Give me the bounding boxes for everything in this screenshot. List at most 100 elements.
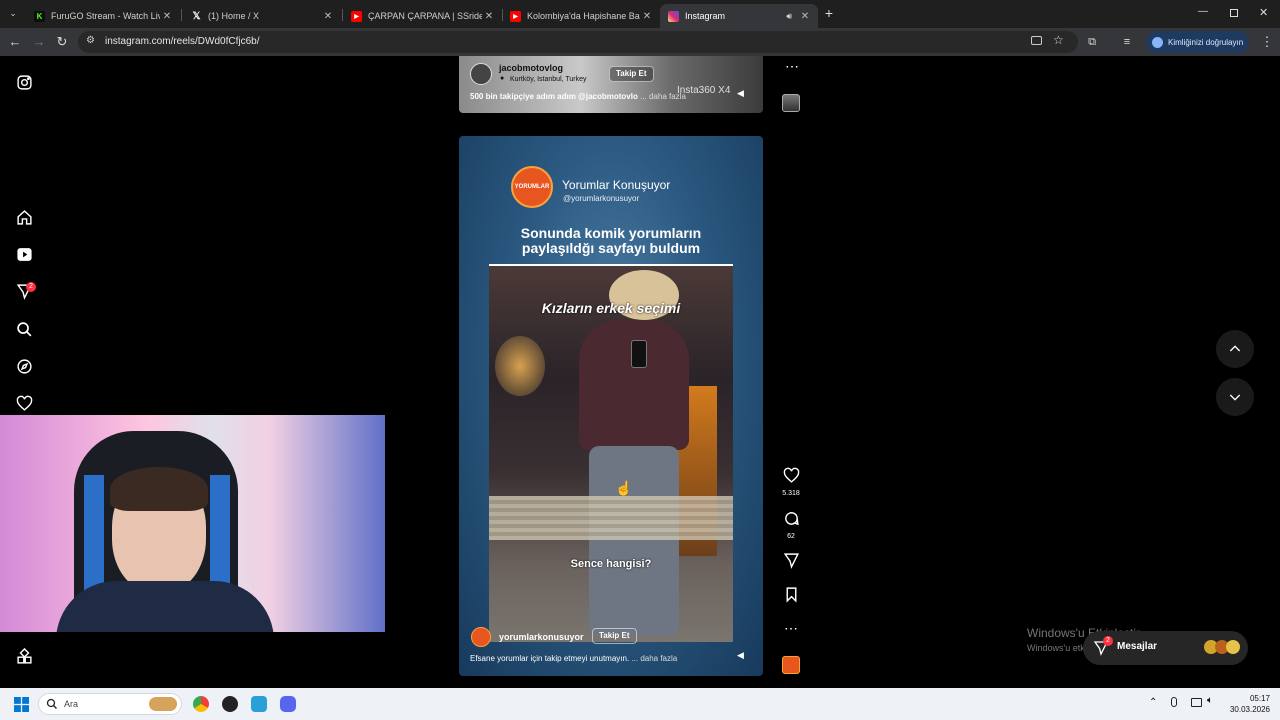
overlay-title: Kızların erkek seçimi xyxy=(541,300,681,316)
reel-username[interactable]: jacobmotovlog xyxy=(499,63,563,73)
webcam-person-hair xyxy=(110,467,208,511)
new-tab-button[interactable]: + xyxy=(822,6,836,20)
menu-icon[interactable]: ⋮ xyxy=(1259,34,1275,50)
tab-kolombiya[interactable]: ▶ Kolombiya'da Hapishane Baskı ✕ xyxy=(502,4,660,28)
explore-icon[interactable] xyxy=(16,358,33,375)
header-name: Yorumlar Konuşuyor xyxy=(562,178,671,192)
back-button[interactable]: ← xyxy=(7,34,23,50)
next-reel-button[interactable] xyxy=(1216,378,1254,416)
reel-location[interactable]: Kurtköy, Istanbul, Turkey xyxy=(510,76,587,83)
speaker-icon[interactable]: 🔊︎ xyxy=(786,11,792,22)
caption-text: Efsane yorumlar için takip etmeyi unutma… xyxy=(470,654,630,663)
extensions-icon[interactable]: ⧉ xyxy=(1084,34,1100,50)
video-frame[interactable]: Kızların erkek seçimi Sence hangisi? ☝ xyxy=(489,264,733,642)
site-info-icon[interactable]: ⚙ xyxy=(86,35,95,46)
verify-label: Kimliğinizi doğrulayın xyxy=(1168,37,1244,47)
overlay-question: Sence hangisi? xyxy=(570,558,652,570)
tab-label: ÇARPAN ÇARPANA | SSriders | xyxy=(368,11,482,21)
messages-button[interactable]: 2 Mesajlar xyxy=(1083,631,1248,665)
clock-date: 30.03.2026 xyxy=(1229,705,1270,714)
more-options-icon[interactable]: ⋯ xyxy=(785,58,799,75)
more-apps-icon[interactable] xyxy=(16,648,33,665)
url-text[interactable]: instagram.com/reels/DWd0fCfjc6b/ xyxy=(105,36,260,47)
avatar[interactable] xyxy=(470,63,492,85)
tab-x-home[interactable]: 𝕏 (1) Home / X ✕ xyxy=(183,4,341,28)
bookmark-star-icon[interactable]: ☆ xyxy=(1053,33,1064,47)
reading-list-icon[interactable]: ≡ xyxy=(1119,34,1135,50)
close-icon[interactable]: ✕ xyxy=(798,11,812,22)
youtube-icon: ▶ xyxy=(351,10,362,22)
app-taskbar-icon[interactable] xyxy=(222,696,238,712)
close-icon[interactable]: ✕ xyxy=(321,11,335,22)
browser-tab-bar: ⌄ K FuruGO Stream - Watch Live o ✕ 𝕏 (1)… xyxy=(0,0,1280,28)
person-legs xyxy=(589,446,679,636)
install-app-icon[interactable] xyxy=(1031,36,1042,45)
bookmark-icon xyxy=(786,587,796,603)
forward-button[interactable]: → xyxy=(31,34,47,50)
search-icon[interactable] xyxy=(16,321,33,338)
headline: Sonunda komik yorumların paylaşıldğı say… xyxy=(459,226,763,256)
maximize-button[interactable] xyxy=(1230,9,1238,17)
home-icon[interactable] xyxy=(16,209,33,226)
tab-search-button[interactable]: ⌄ xyxy=(6,8,20,20)
search-icon xyxy=(46,698,57,709)
tray-expand-icon[interactable]: ⌃ xyxy=(1149,697,1157,708)
header-handle: @yorumlarkonusuyor xyxy=(563,194,640,203)
tab-instagram[interactable]: Instagram 🔊︎ ✕ xyxy=(660,4,818,28)
current-reel[interactable]: YORUMLAR Yorumlar Konuşuyor @yorumlarkon… xyxy=(459,136,763,676)
share-icon xyxy=(783,553,799,569)
volume-icon[interactable]: 🔈︎ xyxy=(1207,695,1213,706)
heart-icon[interactable] xyxy=(16,395,33,412)
chrome-taskbar-icon[interactable] xyxy=(193,696,209,712)
reel-username[interactable]: yorumlarkonusuyor xyxy=(499,632,584,642)
profile-icon xyxy=(1152,36,1163,48)
reels-icon[interactable] xyxy=(16,246,33,263)
share-button[interactable] xyxy=(780,552,802,574)
omnibox[interactable]: ⚙ instagram.com/reels/DWd0fCfjc6b/ ☆ xyxy=(78,31,1078,53)
windows-start-icon[interactable] xyxy=(14,697,29,712)
app-taskbar-icon[interactable] xyxy=(251,696,267,712)
webcam-overlay xyxy=(0,415,385,632)
tab-carpan-carpana[interactable]: ▶ ÇARPAN ÇARPANA | SSriders | ✕ xyxy=(343,4,502,28)
close-icon[interactable]: ✕ xyxy=(160,11,174,22)
close-icon[interactable]: ✕ xyxy=(640,11,654,22)
volume-icon[interactable]: ◀︎ xyxy=(737,650,744,661)
comment-button[interactable]: 62 xyxy=(780,510,802,540)
save-button[interactable] xyxy=(780,586,802,608)
windows-taskbar: Ara ⌃ 🔈︎ 05:17 30.03.2026 xyxy=(0,688,1280,720)
previous-reel-button[interactable] xyxy=(1216,330,1254,368)
clock[interactable]: 05:17 30.03.2026 xyxy=(1222,693,1270,715)
network-icon[interactable] xyxy=(1191,698,1202,707)
audio-thumbnail-icon[interactable] xyxy=(782,94,800,112)
cursor-icon: ☝ xyxy=(615,480,633,496)
follow-button[interactable]: Takip Et xyxy=(609,66,654,82)
reload-button[interactable]: ↻ xyxy=(54,34,70,50)
phone xyxy=(631,340,647,368)
profile-verify-button[interactable]: Kimliğinizi doğrulayın xyxy=(1146,31,1249,53)
webcam-chair-accent xyxy=(84,475,104,595)
microphone-icon[interactable] xyxy=(1171,697,1177,707)
avatar xyxy=(1226,640,1240,654)
more-link[interactable]: ... daha fazla xyxy=(631,654,677,663)
tab-label: (1) Home / X xyxy=(208,11,260,21)
taskbar-search[interactable]: Ara xyxy=(38,693,182,715)
caption-text: 500 bin takipçiye adım adım @jacobmotovl… xyxy=(470,92,638,101)
like-button[interactable]: 5.318 xyxy=(780,467,802,497)
volume-icon[interactable]: ◀︎ xyxy=(737,88,744,99)
avatar[interactable] xyxy=(471,627,491,647)
discord-taskbar-icon[interactable] xyxy=(280,696,296,712)
audio-thumbnail-icon[interactable] xyxy=(782,656,800,674)
more-link[interactable]: ... daha fazla xyxy=(640,92,686,101)
more-options-icon[interactable]: ⋯ xyxy=(780,620,802,637)
close-icon[interactable]: ✕ xyxy=(482,11,496,22)
previous-reel[interactable]: jacobmotovlog ● Kurtköy, Istanbul, Turke… xyxy=(459,56,763,113)
tab-label: FuruGO Stream - Watch Live o xyxy=(51,11,160,21)
heart-icon xyxy=(783,467,799,483)
instagram-logo-icon[interactable] xyxy=(16,74,33,91)
tab-furugo[interactable]: K FuruGO Stream - Watch Live o ✕ xyxy=(26,4,180,28)
taskbar-search-placeholder: Ara xyxy=(64,699,79,709)
follow-button[interactable]: Takip Et xyxy=(592,628,637,644)
search-highlight-icon xyxy=(149,697,177,711)
minimize-button[interactable]: — xyxy=(1198,7,1208,17)
close-window-button[interactable]: ✕ xyxy=(1259,6,1268,19)
